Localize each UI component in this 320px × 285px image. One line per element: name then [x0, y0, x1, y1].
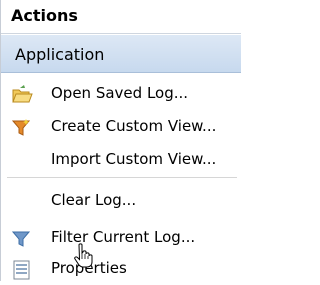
menu-label: Import Custom View... [51, 150, 217, 168]
actions-title-bar: Actions [1, 0, 241, 34]
menu-separator [7, 177, 237, 178]
hand-cursor-icon [73, 243, 93, 269]
menu-item-import-custom-view[interactable]: Import Custom View... [1, 144, 241, 176]
menu-item-open-saved-log[interactable]: Open Saved Log... [1, 78, 241, 110]
pane-title: Actions [11, 6, 78, 25]
menu-label: Clear Log... [51, 191, 137, 209]
menu-item-create-custom-view[interactable]: Create Custom View... [1, 111, 241, 143]
menu-label: Create Custom View... [51, 117, 217, 135]
properties-icon [11, 259, 33, 281]
actions-pane: Actions Application Open Saved Log... Cr… [0, 0, 241, 281]
menu-item-filter-current-log[interactable]: Filter Current Log... [1, 222, 241, 254]
section-header-application[interactable]: Application [1, 35, 241, 73]
folder-open-icon [11, 84, 33, 106]
filter-icon [11, 228, 33, 250]
section-title: Application [15, 45, 105, 64]
menu-item-clear-log[interactable]: Clear Log... [1, 185, 241, 217]
menu-label: Open Saved Log... [51, 84, 189, 102]
filter-icon [11, 117, 33, 139]
menu-item-properties[interactable]: Properties [1, 253, 241, 285]
